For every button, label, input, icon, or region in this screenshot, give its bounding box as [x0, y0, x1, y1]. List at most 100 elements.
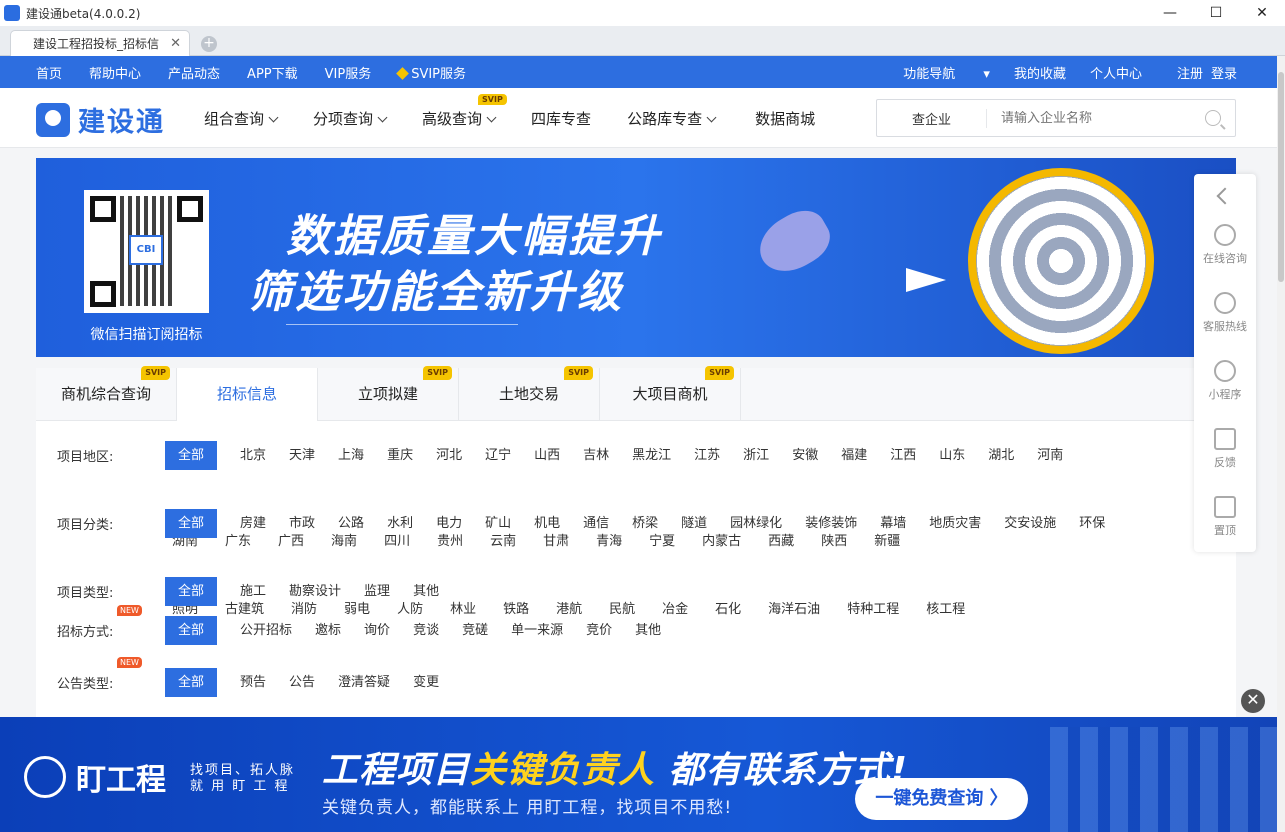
hotline-button[interactable]: 客服热线 [1194, 292, 1256, 334]
feedback-button[interactable]: 反馈 [1194, 428, 1256, 470]
menu-item[interactable]: 高级查询 SVIP [422, 93, 507, 129]
browser-tab[interactable]: 建设工程招投标_招标信 ✕ [10, 30, 190, 56]
online-consult-button[interactable]: 在线咨询 [1194, 224, 1256, 266]
topnav-link[interactable]: 帮助中心 [89, 63, 141, 82]
filter-option[interactable]: 预告 [240, 668, 266, 697]
filter-option[interactable]: 山东 [939, 441, 965, 470]
scrollbar-thumb[interactable] [1278, 72, 1284, 282]
filter-option[interactable]: 房建 [240, 509, 266, 538]
topnav-link[interactable]: 登录 [1211, 63, 1237, 82]
topnav-link[interactable]: 注册 [1177, 63, 1203, 82]
close-ad-button[interactable]: ✕ [1241, 689, 1265, 713]
filter-option[interactable]: 吉林 [583, 441, 609, 470]
filter-option[interactable]: 监理 [364, 577, 390, 606]
filter-option[interactable]: 邀标 [315, 616, 341, 645]
filter-option[interactable]: 装修装饰 [805, 509, 857, 538]
filter-option[interactable]: 隧道 [681, 509, 707, 538]
filter-option[interactable]: 水利 [387, 509, 413, 538]
close-window-button[interactable]: ✕ [1239, 0, 1285, 26]
collapse-sidebar-button[interactable] [1194, 187, 1256, 205]
filter-option[interactable]: 上海 [338, 441, 364, 470]
free-query-button[interactable]: 一键免费查询 〉 [855, 778, 1028, 820]
promo-banner[interactable]: CBI 微信扫描订阅招标 数据质量大幅提升 筛选功能全新升级 [36, 158, 1236, 357]
filter-option[interactable]: 地质灾害 [929, 509, 981, 538]
filter-option[interactable]: 江西 [890, 441, 916, 470]
filter-option[interactable]: 河南 [1037, 441, 1063, 470]
mini-program-button[interactable]: 小程序 [1194, 360, 1256, 402]
minimize-button[interactable]: — [1147, 0, 1193, 26]
filter-option-all[interactable]: 全部 [165, 509, 218, 538]
add-tab-button[interactable]: + [201, 36, 217, 52]
filter-option[interactable]: 桥梁 [632, 509, 658, 538]
close-tab-icon[interactable]: ✕ [170, 36, 181, 51]
filter-option-all[interactable]: 全部 [165, 577, 218, 606]
menu-item[interactable]: 公路库专查 [627, 108, 717, 129]
filter-option-all[interactable]: 全部 [165, 441, 218, 470]
filter-option-all[interactable]: 全部 [165, 668, 218, 697]
filter-option[interactable]: 其他 [635, 616, 661, 645]
maximize-button[interactable]: ☐ [1193, 0, 1239, 26]
filter-option[interactable]: 变更 [413, 668, 439, 697]
topnav-link[interactable]: 我的收藏 [1014, 63, 1066, 82]
search-scope-selector[interactable]: 查企业 [877, 108, 987, 128]
filter-notice-label: 公告类型: [57, 677, 114, 692]
menu-item[interactable]: 四库专查 [531, 108, 591, 129]
topnav-link[interactable]: 首页 [36, 63, 62, 82]
topnav-link[interactable]: 产品动态 [168, 63, 220, 82]
filter-option[interactable]: 通信 [583, 509, 609, 538]
topnav-link[interactable]: 功能导航 ▾ [879, 63, 990, 82]
filter-option[interactable]: 园林绿化 [730, 509, 782, 538]
filter-option[interactable]: 辽宁 [485, 441, 511, 470]
topnav-link[interactable]: VIP服务 [325, 63, 372, 82]
site-logo[interactable]: 建设通 [36, 100, 165, 139]
filter-option[interactable]: 幕墙 [880, 509, 906, 538]
filter-option[interactable]: 北京 [240, 441, 266, 470]
filter-option[interactable]: 安徽 [792, 441, 818, 470]
phone-icon [1214, 292, 1236, 314]
filter-option[interactable]: 重庆 [387, 441, 413, 470]
filter-option[interactable]: 公路 [338, 509, 364, 538]
filter-option[interactable]: 电力 [436, 509, 462, 538]
filter-option[interactable]: 黑龙江 [632, 441, 671, 470]
filter-option[interactable]: 环保 [1079, 509, 1105, 538]
topnav-link[interactable]: 个人中心 [1090, 63, 1142, 82]
filter-option[interactable]: 澄清答疑 [338, 668, 390, 697]
topnav-link[interactable]: SVIP服务 [396, 63, 493, 82]
filter-option[interactable]: 河北 [436, 441, 462, 470]
section-tab[interactable]: 商机综合查询 SVIP [36, 366, 177, 421]
filter-option[interactable]: 天津 [289, 441, 315, 470]
search-icon[interactable] [1205, 110, 1221, 126]
filter-option[interactable]: 机电 [534, 509, 560, 538]
filter-option[interactable]: 竞磋 [462, 616, 488, 645]
filter-option[interactable]: 矿山 [485, 509, 511, 538]
page-scrollbar[interactable] [1277, 56, 1285, 832]
section-tab[interactable]: 土地交易 SVIP [459, 366, 600, 421]
filter-option[interactable]: 勘察设计 [289, 577, 341, 606]
menu-item[interactable]: 数据商城 [755, 108, 815, 129]
filter-option[interactable]: 公开招标 [240, 616, 292, 645]
filter-option[interactable]: 江苏 [694, 441, 720, 470]
topnav-link[interactable]: APP下载 [247, 63, 298, 82]
filter-option[interactable]: 福建 [841, 441, 867, 470]
filter-option-all[interactable]: 全部 [165, 616, 218, 645]
filter-option[interactable]: 湖北 [988, 441, 1014, 470]
filter-option[interactable]: 竞价 [586, 616, 612, 645]
bottom-ad-banner[interactable]: 盯工程 找项目、拓人脉 就 用 盯 工 程 工程项目关键负责人 都有联系方式! … [0, 717, 1277, 832]
filter-option[interactable]: 竞谈 [413, 616, 439, 645]
filter-option[interactable]: 山西 [534, 441, 560, 470]
search-input[interactable] [987, 110, 1205, 126]
section-tab[interactable]: 招标信息 [177, 368, 318, 421]
filter-option[interactable]: 单一来源 [511, 616, 563, 645]
filter-option[interactable]: 公告 [289, 668, 315, 697]
back-to-top-button[interactable]: 置顶 [1194, 496, 1256, 538]
filter-option[interactable]: 浙江 [743, 441, 769, 470]
filter-option[interactable]: 其他 [413, 577, 439, 606]
section-tab[interactable]: 立项拟建 SVIP [318, 366, 459, 421]
filter-option[interactable]: 询价 [364, 616, 390, 645]
filter-option[interactable]: 市政 [289, 509, 315, 538]
menu-item[interactable]: 分项查询 [313, 108, 388, 129]
menu-item[interactable]: 组合查询 [204, 108, 279, 129]
filter-option[interactable]: 交安设施 [1004, 509, 1056, 538]
section-tab[interactable]: 大项目商机 SVIP [600, 366, 741, 421]
filter-option[interactable]: 施工 [240, 577, 266, 606]
